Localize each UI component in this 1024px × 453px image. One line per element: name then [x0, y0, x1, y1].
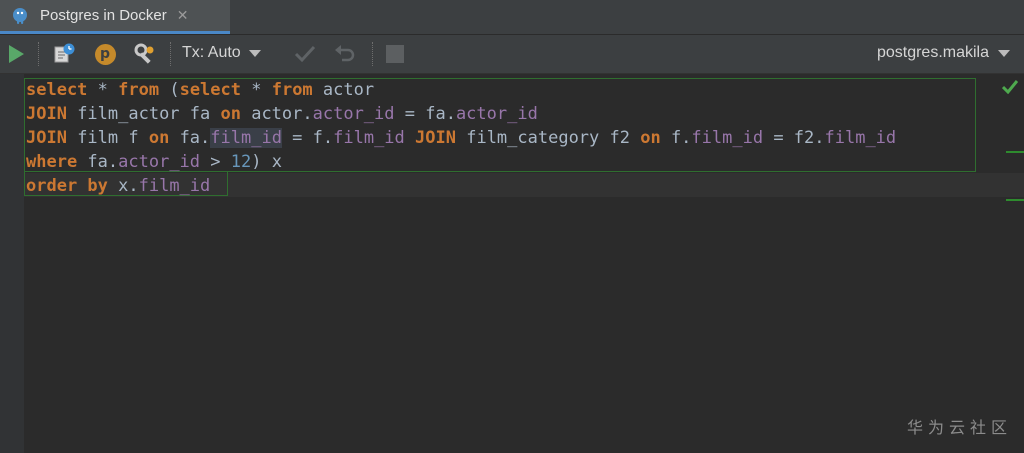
- sql-text: film_category f2: [455, 128, 641, 148]
- commit-button[interactable]: [292, 41, 318, 67]
- console-history-button[interactable]: [51, 41, 77, 67]
- toolbar: p Tx: Auto postgres.makila: [0, 35, 1024, 74]
- settings-button[interactable]: [132, 41, 158, 67]
- sql-text: fa.: [169, 128, 211, 148]
- connection-label: postgres.makila: [876, 44, 989, 61]
- error-stripe: [1002, 74, 1024, 453]
- run-icon: [9, 45, 24, 63]
- sql-field: actor_id: [118, 152, 201, 172]
- toolbar-separator: [170, 42, 172, 66]
- sql-number: 12: [230, 152, 252, 172]
- change-marker: [1006, 151, 1024, 153]
- sql-field: actor_id: [312, 104, 395, 124]
- change-marker: [1006, 199, 1024, 201]
- sql-text: = f2.: [763, 128, 825, 148]
- check-icon: [1002, 80, 1018, 94]
- sql-text: *: [87, 80, 119, 100]
- code-area[interactable]: select * from (select * from actor JOIN f…: [26, 78, 896, 198]
- sql-keyword: from: [271, 80, 313, 100]
- console-history-icon: [54, 43, 75, 63]
- connection-dropdown[interactable]: postgres.makila: [877, 44, 1010, 62]
- tab-bar: Postgres in Docker ✕: [0, 0, 1024, 35]
- sql-text: f.: [660, 128, 692, 148]
- sql-keyword: order by: [26, 176, 108, 196]
- postgres-elephant-icon: [10, 5, 32, 27]
- rollback-icon: [335, 45, 355, 62]
- code-line[interactable]: JOIN film_actor fa on actor.actor_id = f…: [26, 102, 896, 126]
- rollback-button[interactable]: [332, 41, 358, 67]
- tab-postgres-in-docker[interactable]: Postgres in Docker ✕: [0, 0, 230, 34]
- tx-mode-dropdown[interactable]: Tx: Auto: [182, 44, 261, 62]
- sql-field: actor_id: [455, 104, 538, 124]
- sql-text: actor: [312, 80, 375, 100]
- sql-text: = fa.: [394, 104, 456, 124]
- p-button[interactable]: p: [92, 41, 118, 67]
- sql-text: = f.: [281, 128, 334, 148]
- chevron-down-icon: [248, 49, 261, 57]
- run-button[interactable]: [3, 41, 29, 67]
- toolbar-separator: [38, 42, 40, 66]
- sql-keyword: JOIN: [26, 128, 67, 148]
- sql-text: (: [159, 80, 180, 100]
- sql-text: *: [241, 80, 272, 100]
- code-line[interactable]: JOIN film f on fa.film_id = f.film_id JO…: [26, 126, 896, 150]
- sql-keyword: JOIN: [26, 104, 67, 124]
- sql-text: film f: [66, 128, 149, 148]
- sql-text: ) x: [251, 152, 282, 172]
- toolbar-separator: [372, 42, 374, 66]
- chevron-down-icon: [998, 49, 1010, 57]
- code-line[interactable]: select * from (select * from actor: [26, 78, 896, 102]
- sql-keyword: JOIN: [415, 128, 456, 148]
- code-line[interactable]: order by x.film_id: [26, 174, 896, 198]
- sql-field: film_id: [333, 128, 405, 148]
- sql-text: x.: [107, 176, 139, 196]
- editor-gutter: [0, 74, 24, 453]
- sql-keyword: from: [118, 80, 160, 100]
- sql-keyword: where: [26, 152, 78, 172]
- stop-button[interactable]: [382, 41, 408, 67]
- tx-mode-label: Tx: Auto: [182, 44, 241, 61]
- sql-text: film_actor fa: [66, 104, 221, 124]
- sql-keyword: select: [179, 80, 241, 100]
- tab-title: Postgres in Docker: [40, 7, 167, 24]
- commit-icon: [294, 45, 316, 63]
- sql-field: film_id: [210, 128, 282, 148]
- p-icon: p: [94, 43, 116, 65]
- settings-icon: [134, 43, 154, 64]
- sql-field: film_id: [691, 128, 764, 148]
- sql-text: >: [200, 152, 231, 172]
- sql-keyword: select: [26, 80, 88, 100]
- watermark: 华为云社区: [906, 418, 1012, 437]
- sql-keyword: on: [220, 104, 241, 124]
- code-line[interactable]: where fa.actor_id > 12) x: [26, 150, 896, 174]
- sql-keyword: on: [640, 128, 661, 148]
- stop-icon: [386, 45, 404, 63]
- sql-field: film_id: [138, 176, 211, 196]
- sql-editor[interactable]: select * from (select * from actor JOIN f…: [0, 74, 1024, 453]
- sql-field: film_id: [824, 128, 897, 148]
- sql-text: actor.: [240, 104, 313, 124]
- close-icon[interactable]: ✕: [177, 8, 189, 24]
- sql-keyword: on: [148, 128, 170, 148]
- sql-text: fa.: [77, 152, 119, 172]
